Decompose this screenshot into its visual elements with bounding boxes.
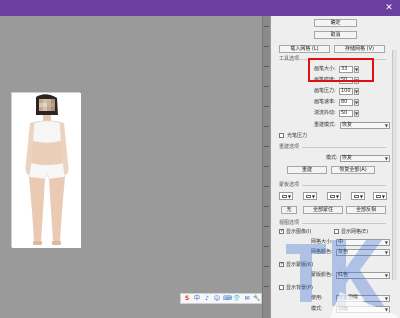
show-mesh-label: 显示网格(E)	[341, 229, 369, 235]
view-options-label: 视图选项	[279, 220, 300, 226]
divider	[302, 185, 386, 186]
use-label: 使用:	[311, 295, 323, 301]
mesh-color-select[interactable]: 灰色 ▼	[336, 249, 390, 256]
brush-pressure-field[interactable]: 100	[339, 88, 353, 95]
mesh-color-value: 灰色	[338, 249, 349, 255]
restore-all-button[interactable]: 恢复全部(A)	[331, 166, 375, 174]
rebuild-options-label: 重建选项	[279, 144, 300, 150]
save-mesh-button[interactable]: 存储网格 (V)	[334, 45, 385, 53]
mode-select[interactable]: 恢复 ▼	[340, 155, 390, 162]
show-mask-label: 显示蒙版(K)	[286, 262, 314, 268]
chevron-down-icon[interactable]: ▼	[354, 110, 359, 117]
mask-replace-button[interactable]: ▼	[279, 192, 293, 200]
chevron-down-icon: ▼	[384, 123, 388, 128]
mask-none-button[interactable]: 无	[281, 206, 297, 214]
keyboard-icon[interactable]: ⌨	[223, 294, 232, 303]
brush-rate-label: 画笔速率:	[314, 99, 336, 105]
panel-scrollbar[interactable]	[392, 50, 397, 280]
chevron-down-icon[interactable]: ▼	[354, 88, 359, 95]
rebuild-mode-value: 恢复	[342, 122, 353, 128]
sogou-logo-icon[interactable]: S	[183, 294, 191, 303]
turbulent-jitter-field[interactable]: 50	[339, 110, 353, 117]
turbulent-jitter-label: 湍流抖动:	[314, 110, 336, 116]
mask-add-button[interactable]: ▼	[303, 192, 317, 200]
emoji-icon[interactable]: ☺	[213, 294, 221, 303]
brush-rate-field[interactable]: 80	[339, 99, 353, 106]
canvas-ruler	[262, 16, 270, 318]
chevron-down-icon: ▼	[384, 296, 388, 301]
mail-icon[interactable]: ✉	[243, 294, 251, 303]
chevron-down-icon[interactable]: ▼	[354, 99, 359, 106]
document-image[interactable]	[11, 92, 81, 248]
ok-button[interactable]: 确定	[314, 19, 357, 27]
chevron-down-icon: ▼	[384, 250, 388, 255]
backdrop-mode-value: 前面	[338, 306, 349, 312]
show-image-label: 显示图像(I)	[286, 229, 312, 235]
stylus-pressure-label: 光笔压力	[287, 133, 308, 139]
chinese-mode-icon[interactable]: 中	[193, 294, 201, 303]
chevron-down-icon: ▼	[384, 240, 388, 245]
invert-all-button[interactable]: 全部反相	[346, 206, 386, 214]
divider	[302, 147, 386, 148]
divider	[302, 223, 386, 224]
mesh-size-select[interactable]: 中 ▼	[336, 239, 390, 246]
stylus-pressure-checkbox[interactable]	[279, 133, 284, 138]
brush-size-highlight-box	[308, 58, 374, 82]
mask-color-value: 红色	[338, 272, 349, 278]
chevron-down-icon: ▼	[384, 156, 388, 161]
mask-subtract-button[interactable]: ▼	[327, 192, 341, 200]
cancel-button[interactable]: 取消	[314, 31, 357, 39]
tool-options-label: 工具选项	[279, 56, 300, 62]
chevron-down-icon: ▼	[384, 307, 388, 312]
person-photo	[12, 93, 81, 248]
mesh-size-value: 中	[338, 239, 344, 245]
show-image-checkbox[interactable]: ✓	[279, 229, 284, 234]
show-mesh-checkbox[interactable]	[334, 229, 339, 234]
punctuation-icon[interactable]: ♪	[203, 294, 211, 303]
mask-options-label: 蒙板选项	[279, 182, 300, 188]
ime-toolbar: S 中 ♪ ☺ ⌨ 👕 ✉ 🔧	[180, 293, 262, 304]
show-background-label: 显示背景(P)	[286, 285, 313, 291]
use-select[interactable]: 所有图层 ▼	[336, 295, 390, 302]
use-value: 所有图层	[338, 295, 359, 301]
show-mask-checkbox[interactable]: ✓	[279, 262, 284, 267]
mask-all-button[interactable]: 全部蒙住	[303, 206, 343, 214]
mask-color-select[interactable]: 红色 ▼	[336, 272, 390, 279]
mask-intersect-button[interactable]: ▼	[351, 192, 365, 200]
mesh-color-label: 网格颜色:	[311, 249, 333, 255]
brush-pressure-label: 画笔压力:	[314, 88, 336, 94]
show-background-checkbox[interactable]	[279, 285, 284, 290]
mode-label: 模式:	[326, 155, 338, 161]
rebuild-mode-select[interactable]: 恢复 ▼	[340, 122, 390, 129]
close-icon[interactable]: ✕	[384, 3, 394, 13]
chevron-down-icon: ▼	[384, 273, 388, 278]
skin-icon[interactable]: 👕	[233, 294, 241, 303]
mesh-size-label: 网格大小:	[311, 239, 333, 245]
mode-value: 恢复	[342, 155, 353, 161]
mask-color-label: 蒙版颜色:	[311, 272, 333, 278]
backdrop-mode-select[interactable]: 前面 ▼	[336, 306, 390, 313]
settings-icon[interactable]: 🔧	[253, 294, 261, 303]
backdrop-mode-label: 模式:	[311, 306, 323, 312]
rebuild-button[interactable]: 重建	[287, 166, 327, 174]
mask-invert-button[interactable]: ▼	[373, 192, 387, 200]
window-titlebar: ✕	[0, 0, 400, 16]
load-mesh-button[interactable]: 载入网格 (L)	[279, 45, 330, 53]
rebuild-mode-label: 重建模式:	[314, 122, 336, 128]
